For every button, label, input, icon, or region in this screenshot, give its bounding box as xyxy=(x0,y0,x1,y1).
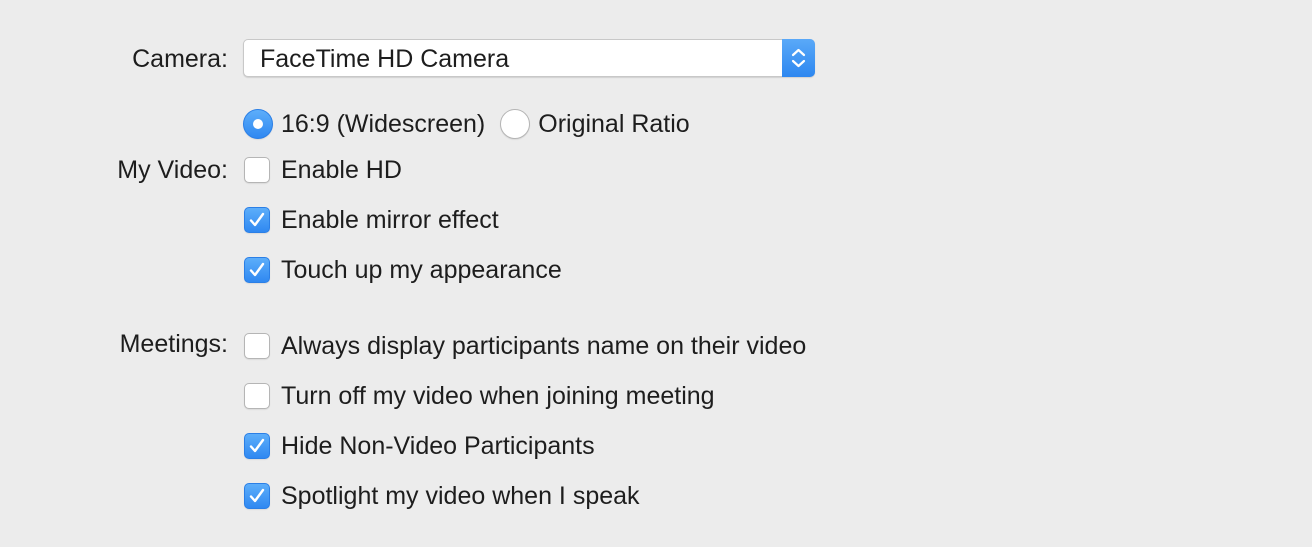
checkbox-turn-off-video-label[interactable]: Turn off my video when joining meeting xyxy=(281,381,715,411)
checkbox-row-spotlight[interactable]: Spotlight my video when I speak xyxy=(244,481,640,511)
checkbox-hide-non-video-label[interactable]: Hide Non-Video Participants xyxy=(281,431,595,461)
radio-original-ratio[interactable] xyxy=(500,109,531,139)
checkbox-row-display-names[interactable]: Always display participants name on thei… xyxy=(244,331,806,361)
checkbox-row-turn-off-video[interactable]: Turn off my video when joining meeting xyxy=(244,381,715,411)
checkbox-mirror-effect[interactable] xyxy=(244,207,270,233)
checkbox-display-names-label[interactable]: Always display participants name on thei… xyxy=(281,331,806,361)
checkbox-spotlight[interactable] xyxy=(244,483,270,509)
checkbox-touch-up[interactable] xyxy=(244,257,270,283)
radio-widescreen[interactable] xyxy=(243,109,273,139)
camera-label: Camera: xyxy=(132,45,228,73)
checkmark-icon xyxy=(249,212,265,227)
camera-select[interactable]: FaceTime HD Camera xyxy=(243,39,815,77)
checkbox-hide-non-video[interactable] xyxy=(244,433,270,459)
checkbox-enable-hd-label[interactable]: Enable HD xyxy=(281,155,402,185)
radio-original-ratio-label[interactable]: Original Ratio xyxy=(538,109,689,139)
checkbox-row-mirror-effect[interactable]: Enable mirror effect xyxy=(244,205,499,235)
ratio-radio-group: 16:9 (Widescreen) Original Ratio xyxy=(243,109,690,139)
checkbox-display-names[interactable] xyxy=(244,333,270,359)
my-video-label: My Video: xyxy=(117,156,228,184)
checkbox-row-hide-non-video[interactable]: Hide Non-Video Participants xyxy=(244,431,595,461)
checkbox-row-enable-hd[interactable]: Enable HD xyxy=(244,155,402,185)
checkbox-turn-off-video[interactable] xyxy=(244,383,270,409)
checkbox-row-touch-up[interactable]: Touch up my appearance xyxy=(244,255,562,285)
checkbox-touch-up-label[interactable]: Touch up my appearance xyxy=(281,255,562,285)
chevron-up-down-icon[interactable] xyxy=(782,39,815,77)
checkbox-mirror-effect-label[interactable]: Enable mirror effect xyxy=(281,205,499,235)
checkmark-icon xyxy=(249,488,265,503)
camera-select-value: FaceTime HD Camera xyxy=(260,45,510,73)
checkmark-icon xyxy=(249,262,265,277)
radio-widescreen-label[interactable]: 16:9 (Widescreen) xyxy=(281,109,485,139)
radio-dot-icon xyxy=(253,119,263,129)
checkmark-icon xyxy=(249,438,265,453)
checkbox-spotlight-label[interactable]: Spotlight my video when I speak xyxy=(281,481,640,511)
checkbox-enable-hd[interactable] xyxy=(244,157,270,183)
meetings-label: Meetings: xyxy=(119,330,228,358)
